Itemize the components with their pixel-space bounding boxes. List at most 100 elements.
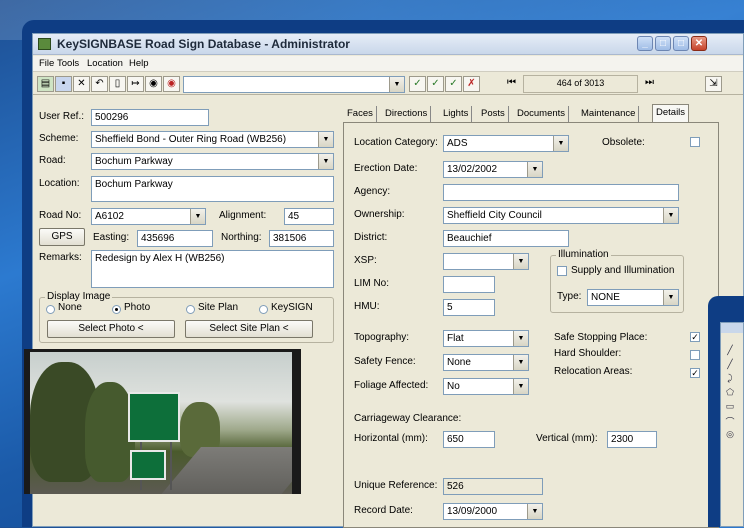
location-label: Location: [39, 178, 80, 189]
last-record-icon[interactable]: ⏭ [641, 76, 658, 92]
erection-date-combo[interactable]: 13/02/2002 ▼ [443, 161, 543, 178]
alignment-field[interactable]: 45 [284, 208, 334, 225]
xsp-combo[interactable]: ▼ [443, 253, 529, 270]
radio-photo[interactable] [112, 305, 121, 314]
ownership-label: Ownership: [354, 209, 405, 220]
check-all-icon[interactable]: ✓ [445, 76, 462, 92]
arc-tool-icon[interactable]: ⤸ [724, 373, 736, 384]
location-category-combo[interactable]: ADS ▼ [443, 135, 569, 152]
goto-icon[interactable]: ↦ [127, 76, 144, 92]
vertical-field[interactable]: 2300 [607, 431, 657, 448]
chevron-down-icon[interactable]: ▼ [318, 154, 333, 169]
type-combo[interactable]: NONE ▼ [587, 289, 679, 306]
chevron-down-icon[interactable]: ▼ [190, 209, 205, 224]
remarks-field[interactable]: Redesign by Alex H (WB256) [91, 250, 334, 288]
radio-site-plan[interactable] [186, 305, 195, 314]
district-field[interactable]: Beauchief [443, 230, 569, 247]
road-no-label: Road No: [39, 210, 82, 221]
menu-file[interactable]: File [39, 58, 54, 69]
exit-icon[interactable]: ⇲ [705, 76, 722, 92]
chevron-down-icon[interactable]: ▼ [513, 355, 528, 370]
minimize-button[interactable]: _ [637, 36, 653, 51]
road-combo[interactable]: Bochum Parkway ▼ [91, 153, 334, 170]
first-record-icon[interactable]: ⏮ [503, 76, 520, 92]
find-icon[interactable]: ◉ [145, 76, 162, 92]
close-button[interactable]: ✕ [691, 36, 707, 51]
lim-field[interactable] [443, 276, 495, 293]
hard-shoulder-label: Hard Shoulder: [554, 348, 622, 359]
scheme-combo[interactable]: Sheffield Bond - Outer Ring Road (WB256)… [91, 131, 334, 148]
hmu-field[interactable]: 5 [443, 299, 495, 316]
chevron-down-icon[interactable]: ▼ [513, 254, 528, 269]
tab-posts[interactable]: Posts [478, 106, 509, 122]
check-icon[interactable]: ✓ [409, 76, 426, 92]
search-combo[interactable]: ▼ [183, 76, 405, 93]
menu-tools[interactable]: Tools [57, 58, 79, 69]
chevron-down-icon[interactable]: ▼ [663, 290, 678, 305]
chevron-down-icon[interactable]: ▼ [527, 162, 542, 177]
safety-fence-combo[interactable]: None ▼ [443, 354, 529, 371]
location-field[interactable]: Bochum Parkway [91, 176, 334, 202]
hard-shoulder-checkbox[interactable] [690, 350, 700, 360]
chevron-down-icon[interactable]: ▼ [663, 208, 678, 223]
delete-icon[interactable]: ✕ [73, 76, 90, 92]
line-tool-icon[interactable]: ╱ [724, 345, 736, 356]
relocation-checkbox[interactable]: ✓ [690, 368, 700, 378]
record-slider[interactable]: 464 of 3013 [523, 75, 638, 93]
chevron-down-icon[interactable]: ▼ [513, 331, 528, 346]
check-list-icon[interactable]: ✓ [427, 76, 444, 92]
road-no-combo[interactable]: A6102 ▼ [91, 208, 206, 225]
polygon-tool-icon[interactable]: ⬠ [724, 387, 736, 398]
maximize-button[interactable]: □ [673, 36, 689, 51]
scheme-label: Scheme: [39, 133, 79, 144]
chevron-down-icon[interactable]: ▼ [389, 77, 404, 92]
user-ref-field[interactable]: 500296 [91, 109, 209, 126]
chevron-down-icon[interactable]: ▼ [318, 132, 333, 147]
safety-fence-label: Safety Fence: [354, 356, 416, 367]
tab-documents[interactable]: Documents [514, 106, 570, 122]
chevron-down-icon[interactable]: ▼ [513, 379, 528, 394]
select-photo-button[interactable]: Select Photo < [47, 320, 175, 338]
supply-checkbox[interactable] [557, 266, 567, 276]
menu-help[interactable]: Help [129, 58, 149, 69]
topography-value: Flat [447, 333, 464, 344]
type-label: Type: [557, 291, 582, 302]
find-clear-icon[interactable]: ◉ [163, 76, 180, 92]
rectangle-tool-icon[interactable]: ▭ [724, 401, 736, 412]
foliage-combo[interactable]: No ▼ [443, 378, 529, 395]
new-record-icon[interactable]: ▤ [37, 76, 54, 92]
easting-field[interactable]: 435696 [137, 230, 213, 247]
select-site-plan-button[interactable]: Select Site Plan < [185, 320, 313, 338]
curve-tool-icon[interactable]: ⌒ [724, 415, 736, 427]
horizontal-field[interactable]: 650 [443, 431, 495, 448]
tab-directions[interactable]: Directions [382, 106, 432, 122]
undo-icon[interactable]: ↶ [91, 76, 108, 92]
ownership-combo[interactable]: Sheffield City Council ▼ [443, 207, 679, 224]
obsolete-label: Obsolete: [602, 137, 645, 148]
chevron-down-icon[interactable]: ▼ [527, 504, 542, 519]
record-date-combo[interactable]: 13/09/2000 ▼ [443, 503, 543, 520]
display-image-title: Display Image [45, 291, 113, 302]
tab-faces[interactable]: Faces [344, 106, 377, 122]
save-icon[interactable]: ▪ [55, 76, 72, 92]
obsolete-checkbox[interactable] [690, 137, 700, 147]
radio-none[interactable] [46, 305, 55, 314]
restore-button[interactable]: □ [655, 36, 671, 51]
chevron-down-icon[interactable]: ▼ [553, 136, 568, 151]
menu-location[interactable]: Location [87, 58, 123, 69]
agency-field[interactable] [443, 184, 679, 201]
radio-keysign[interactable] [259, 305, 268, 314]
cross-icon[interactable]: ✗ [463, 76, 480, 92]
circle-tool-icon[interactable]: ◎ [724, 429, 736, 440]
gps-button[interactable]: GPS [39, 228, 85, 246]
safe-stopping-checkbox[interactable]: ✓ [690, 332, 700, 342]
northing-field[interactable]: 381506 [269, 230, 334, 247]
record-counter: 464 of 3013 [556, 78, 605, 88]
tab-maintenance[interactable]: Maintenance [578, 106, 640, 122]
safety-fence-value: None [447, 357, 471, 368]
line-tool-icon[interactable]: ╱ [724, 359, 736, 370]
tab-lights[interactable]: Lights [440, 106, 473, 122]
blank-icon[interactable]: ▯ [109, 76, 126, 92]
topography-combo[interactable]: Flat ▼ [443, 330, 529, 347]
tab-details[interactable]: Details [652, 104, 690, 122]
